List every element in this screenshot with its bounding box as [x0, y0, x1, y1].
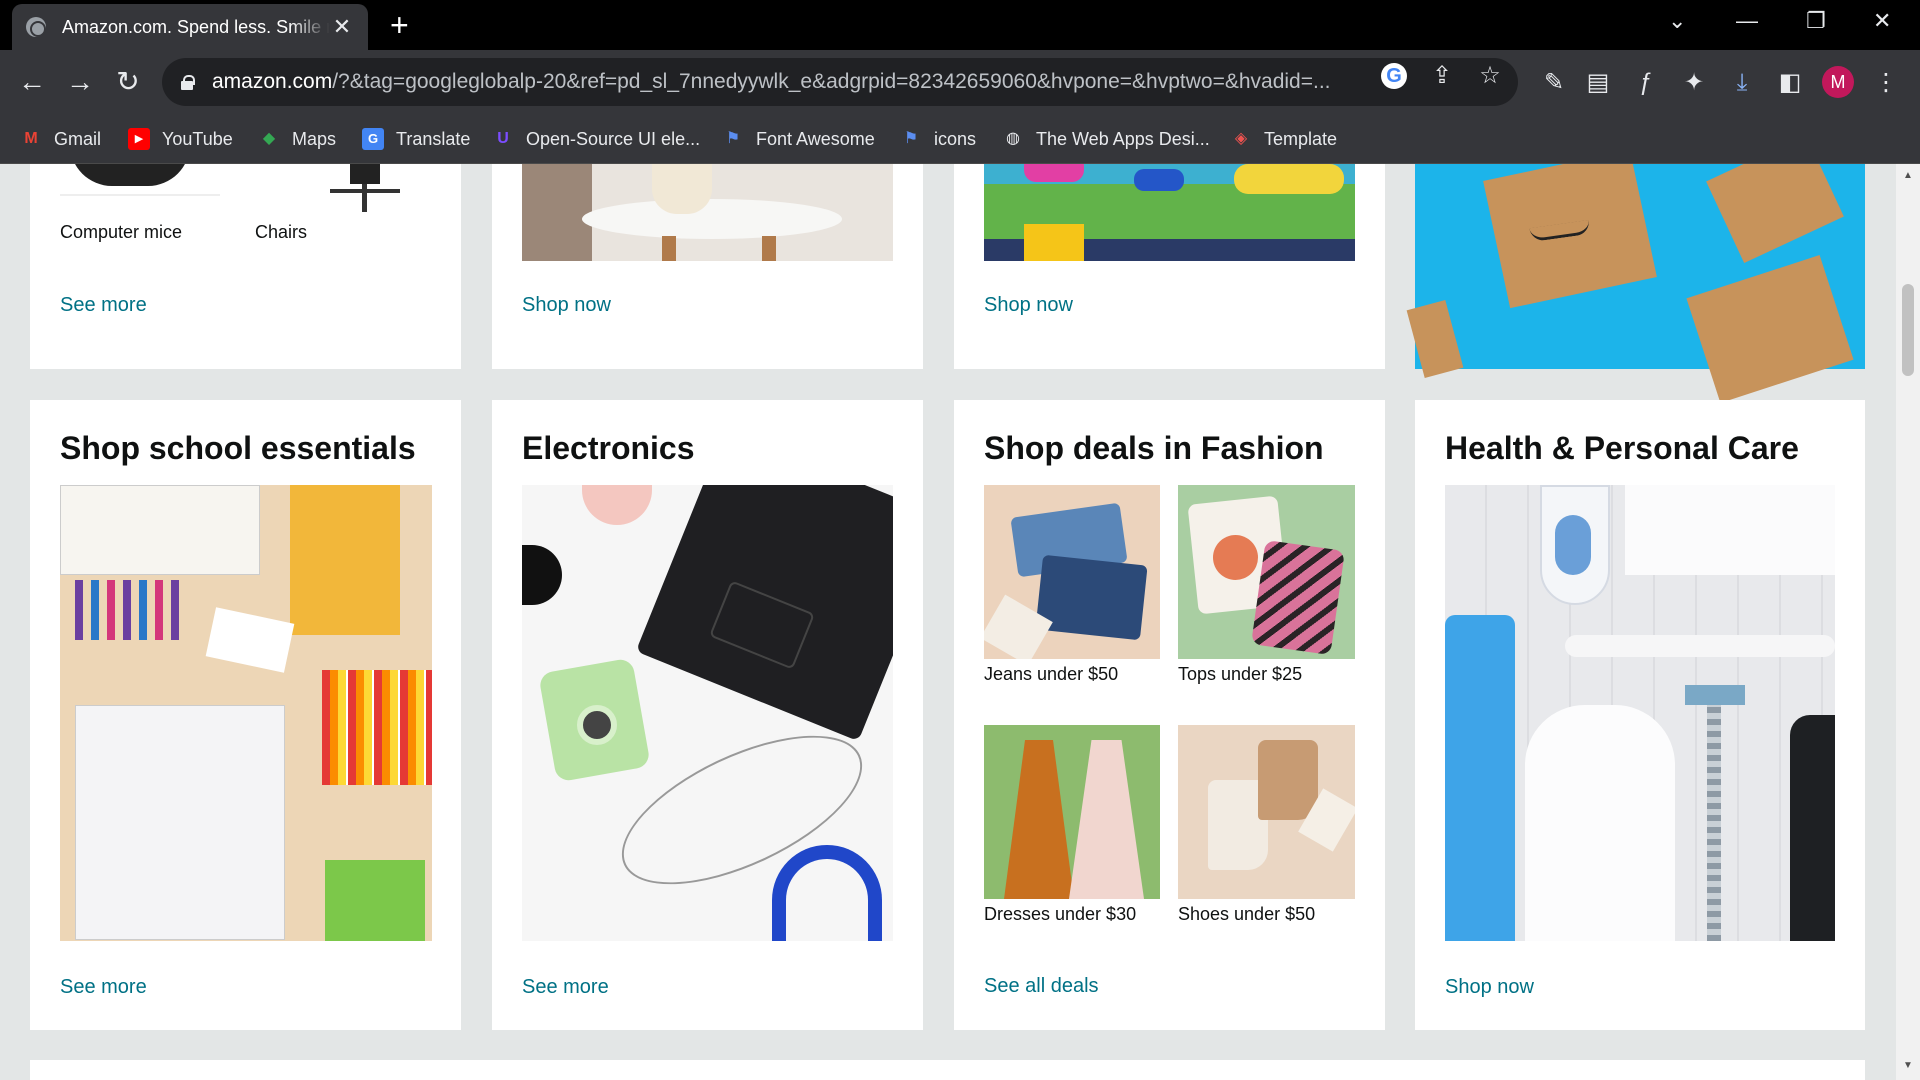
new-tab-button[interactable]: +: [390, 9, 409, 41]
fashion-deals-card: Shop deals in Fashion Jeans under $50 To…: [954, 400, 1385, 1030]
globe-icon: ◍: [1006, 130, 1020, 147]
download-icon[interactable]: ⤓: [1728, 69, 1756, 97]
template-icon: ◈: [1234, 130, 1248, 147]
bookmark-label: Translate: [396, 128, 471, 149]
home-decor-card: Shop now: [492, 164, 923, 369]
extension-pen-icon[interactable]: ✎: [1540, 69, 1568, 97]
youtube-icon: ▶: [128, 128, 150, 150]
bookmark-translate[interactable]: G Translate: [362, 124, 470, 154]
bookmark-label: Template: [1264, 128, 1338, 149]
flag-icon: ⚑: [903, 130, 919, 147]
bookmark-template[interactable]: ◈ Template: [1230, 124, 1337, 154]
card-title: Electronics: [522, 430, 695, 466]
browser-tab[interactable]: Amazon.com. Spend less. Smile more. ✕: [12, 4, 368, 50]
maps-icon: ◆: [262, 130, 276, 147]
share-icon[interactable]: ⇪: [1428, 62, 1456, 90]
see-more-link[interactable]: See more: [60, 294, 147, 317]
scrollbar-thumb[interactable]: [1902, 284, 1914, 376]
toys-card: Shop now: [954, 164, 1385, 369]
see-all-deals-link[interactable]: See all deals: [984, 975, 1099, 998]
school-supplies-image[interactable]: [60, 485, 432, 941]
card-title: Shop school essentials: [60, 430, 416, 466]
dresses-image[interactable]: [984, 725, 1160, 899]
shop-now-link[interactable]: Shop now: [1445, 976, 1534, 999]
page-scrollbar[interactable]: ▲ ▼: [1896, 164, 1920, 1080]
toys-image[interactable]: [984, 164, 1355, 261]
scroll-up-arrow-icon[interactable]: ▲: [1902, 170, 1914, 181]
url-host: amazon.com: [212, 70, 333, 93]
profile-avatar[interactable]: M: [1822, 66, 1854, 98]
electronics-card: Electronics See more: [492, 400, 923, 1030]
bookmark-font-awesome[interactable]: ⚑ Font Awesome: [722, 124, 875, 154]
card-title: Shop deals in Fashion: [984, 430, 1324, 466]
amazon-boxes-banner[interactable]: [1406, 164, 1865, 403]
url-path: /?&tag=googleglobalp-20&ref=pd_sl_7nnedy…: [332, 70, 1331, 93]
side-panel-icon[interactable]: ◧: [1776, 69, 1804, 97]
chairs-label[interactable]: Chairs: [255, 222, 307, 243]
google-lens-icon[interactable]: G: [1381, 63, 1407, 89]
dresses-label[interactable]: Dresses under $30: [984, 904, 1136, 925]
tops-label[interactable]: Tops under $25: [1178, 664, 1302, 685]
bookmark-icons[interactable]: ⚑ icons: [900, 124, 976, 154]
shop-now-link[interactable]: Shop now: [522, 294, 611, 317]
see-more-link[interactable]: See more: [60, 976, 147, 999]
page-content: Computer mice Chairs See more Shop now S…: [0, 164, 1896, 1080]
extension-doc-icon[interactable]: ▤: [1584, 69, 1612, 97]
computer-mice-image[interactable]: [60, 164, 220, 199]
tab-search-icon[interactable]: ⌄: [1668, 8, 1686, 34]
bookmark-maps[interactable]: ◆ Maps: [258, 124, 336, 154]
electronics-image[interactable]: [522, 485, 893, 941]
home-decor-image[interactable]: [522, 164, 893, 261]
bookmark-youtube[interactable]: ▶ YouTube: [128, 124, 233, 154]
card-title: Health & Personal Care: [1445, 430, 1799, 466]
bookmark-label: Font Awesome: [756, 128, 875, 149]
forward-button[interactable]: →: [62, 64, 98, 100]
next-row-card: [30, 1060, 1865, 1080]
reload-button[interactable]: ↻: [110, 64, 146, 100]
bookmarks-bar: M Gmail ▶ YouTube ◆ Maps G Translate U O…: [0, 114, 1920, 164]
address-bar[interactable]: amazon.com/?&tag=googleglobalp-20&ref=pd…: [162, 58, 1518, 106]
extensions-puzzle-icon[interactable]: ✦: [1680, 69, 1708, 97]
see-more-link[interactable]: See more: [522, 976, 609, 999]
shoes-image[interactable]: [1178, 725, 1355, 899]
bookmark-label: Open-Source UI ele...: [526, 128, 701, 149]
bookmark-label: icons: [934, 128, 977, 149]
flag-icon: ⚑: [725, 130, 741, 147]
bookmark-web-apps[interactable]: ◍ The Web Apps Desi...: [1002, 124, 1210, 154]
tops-image[interactable]: [1178, 485, 1355, 659]
back-button[interactable]: ←: [14, 64, 50, 100]
translate-icon: G: [362, 128, 384, 150]
globe-icon: [26, 17, 46, 37]
title-bar: Amazon.com. Spend less. Smile more. ✕ + …: [0, 0, 1920, 50]
scroll-down-arrow-icon[interactable]: ▼: [1902, 1060, 1914, 1071]
health-personal-care-card: Health & Personal Care Shop now: [1415, 400, 1865, 1030]
restore-button[interactable]: ❐: [1806, 8, 1826, 34]
bookmark-star-icon[interactable]: ☆: [1476, 62, 1504, 90]
extension-f-icon[interactable]: ƒ: [1632, 69, 1660, 97]
bookmark-gmail[interactable]: M Gmail: [20, 124, 101, 154]
bookmark-open-source-ui[interactable]: U Open-Source UI ele...: [492, 124, 700, 154]
chair-image[interactable]: [310, 164, 420, 214]
bookmark-label: Gmail: [54, 128, 102, 149]
shop-now-link[interactable]: Shop now: [984, 294, 1073, 317]
jeans-label[interactable]: Jeans under $50: [984, 664, 1118, 685]
computer-mice-label[interactable]: Computer mice: [60, 222, 182, 243]
jeans-image[interactable]: [984, 485, 1160, 659]
minimize-button[interactable]: —: [1736, 8, 1758, 34]
lock-icon[interactable]: [180, 74, 195, 90]
personal-care-image[interactable]: [1445, 485, 1835, 941]
menu-kebab-icon[interactable]: ⋮: [1872, 69, 1900, 97]
office-products-card: Computer mice Chairs See more: [30, 164, 461, 369]
gmail-icon: M: [24, 130, 38, 147]
shoes-label[interactable]: Shoes under $50: [1178, 904, 1315, 925]
tab-title: Amazon.com. Spend less. Smile more.: [62, 16, 330, 37]
close-window-button[interactable]: ✕: [1873, 8, 1891, 34]
close-tab-icon[interactable]: ✕: [330, 14, 354, 40]
ui-icon: U: [497, 130, 509, 147]
bookmark-label: YouTube: [162, 128, 233, 149]
school-essentials-card: Shop school essentials See more: [30, 400, 461, 1030]
bookmark-label: Maps: [292, 128, 337, 149]
bookmark-label: The Web Apps Desi...: [1036, 128, 1210, 149]
